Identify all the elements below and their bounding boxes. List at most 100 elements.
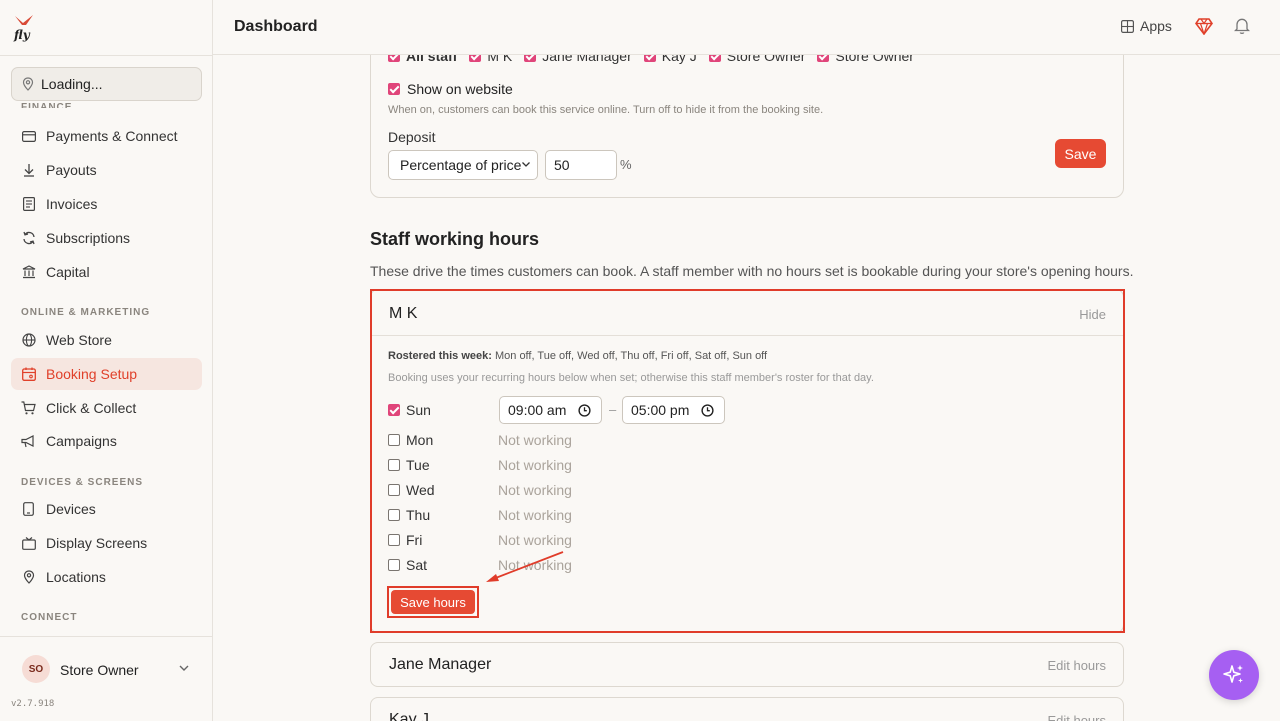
staff-label: Store Owner (835, 55, 914, 64)
staff-label: Store Owner (726, 55, 806, 64)
checkbox-unchecked[interactable] (388, 484, 400, 496)
sidebar-item-label: Payouts (46, 162, 97, 178)
clock-icon[interactable] (578, 404, 591, 417)
section-label-devices-screens: DEVICES & SCREENS (21, 477, 144, 488)
staff-checkbox[interactable]: Store Owner (817, 55, 914, 64)
sidebar-item-subscriptions[interactable]: Subscriptions (11, 222, 202, 254)
clock-icon[interactable] (701, 404, 714, 417)
staff-hours-card-collapsed[interactable]: Kay J Edit hours (370, 697, 1124, 721)
staff-checkbox-all[interactable]: All staff (388, 55, 457, 64)
show-on-website-label: Show on website (407, 81, 513, 97)
day-row-fri: Fri Not working (388, 530, 1088, 550)
main-content[interactable]: All staff M K Jane Manager Kay J Store O… (213, 55, 1280, 721)
section-title: Staff working hours (370, 229, 540, 249)
deposit-type-select[interactable]: Percentage of price (388, 150, 538, 180)
card-icon (21, 129, 36, 144)
checkbox-unchecked[interactable] (388, 459, 400, 471)
sidebar-item-payouts[interactable]: Payouts (11, 154, 202, 186)
sidebar-item-campaigns[interactable]: Campaigns (11, 425, 202, 457)
location-selector[interactable]: Loading... (11, 67, 202, 101)
screen-icon (21, 536, 36, 551)
checkbox-checked[interactable] (817, 55, 830, 62)
globe-icon (21, 333, 36, 348)
checkbox-checked[interactable] (708, 55, 721, 62)
staff-label: All staff (406, 55, 458, 64)
day-name: Wed (406, 482, 435, 498)
avatar: SO (22, 655, 50, 683)
not-working-status: Not working (498, 507, 572, 523)
not-working-status: Not working (498, 482, 572, 498)
section-label-finance: FINANCE (21, 102, 73, 108)
end-time-value: 05:00 pm (631, 402, 690, 418)
staff-name: Jane Manager (389, 656, 492, 673)
staff-label: M K (487, 55, 513, 64)
card-divider (371, 335, 1123, 336)
checkbox-checked[interactable] (524, 55, 537, 62)
staff-name: M K (389, 305, 418, 322)
chevron-down-icon[interactable] (178, 664, 190, 672)
sidebar-item-invoices[interactable]: Invoices (11, 188, 202, 220)
staff-checkbox[interactable]: M K (469, 55, 512, 64)
staff-name: Kay J (389, 711, 430, 721)
rostered-label: Rostered this week: (388, 350, 492, 362)
sidebar-item-label: Display Screens (46, 535, 148, 551)
sidebar-item-booking-setup[interactable]: Booking Setup (11, 358, 202, 390)
apps-button[interactable]: Apps (1121, 18, 1172, 34)
fly-logo[interactable]: fly (13, 13, 37, 43)
sidebar-item-label: Locations (46, 569, 106, 585)
device-icon (21, 502, 36, 517)
save-hours-button-highlight[interactable]: Save hours (387, 586, 479, 618)
end-time-input[interactable]: 05:00 pm (622, 396, 725, 424)
show-on-website-help: When on, customers can book this service… (388, 104, 824, 116)
sidebar-item-locations[interactable]: Locations (11, 561, 202, 593)
download-icon (21, 163, 36, 178)
sidebar-item-payments[interactable]: Payments & Connect (11, 120, 202, 152)
svg-text:fly: fly (13, 28, 31, 42)
apps-label: Apps (1140, 18, 1172, 34)
deposit-type-value: Percentage of price (400, 157, 522, 173)
sidebar-item-label: Payments & Connect (46, 128, 178, 144)
deposit-value-input[interactable]: 50 (545, 150, 617, 180)
checkbox-checked[interactable] (388, 55, 400, 62)
pin-icon (22, 77, 34, 91)
edit-hours-button[interactable]: Edit hours (1047, 713, 1106, 721)
bank-icon (21, 265, 36, 280)
roster-help: Booking uses your recurring hours below … (388, 372, 874, 384)
bell-icon[interactable] (1234, 17, 1250, 35)
save-hours-button[interactable]: Save hours (391, 590, 475, 614)
day-row-mon: Mon Not working (388, 430, 1088, 450)
gem-icon[interactable] (1195, 18, 1213, 35)
edit-hours-button[interactable]: Edit hours (1047, 658, 1106, 673)
staff-checkbox[interactable]: Jane Manager (524, 55, 632, 64)
save-button[interactable]: Save (1055, 139, 1106, 168)
checkbox-checked[interactable] (643, 55, 656, 62)
start-time-input[interactable]: 09:00 am (499, 396, 602, 424)
checkbox-checked[interactable] (388, 83, 400, 95)
checkbox-unchecked[interactable] (388, 509, 400, 521)
staff-checkbox[interactable]: Kay J (643, 55, 697, 64)
sidebar-item-display-screens[interactable]: Display Screens (11, 527, 202, 559)
show-on-website-toggle[interactable]: Show on website (388, 81, 513, 97)
day-row-tue: Tue Not working (388, 455, 1088, 475)
ai-assistant-button[interactable] (1209, 650, 1259, 700)
staff-checkbox[interactable]: Store Owner (708, 55, 806, 64)
sidebar-nav[interactable]: FINANCE Payments & Connect Payouts Invoi… (0, 101, 213, 636)
cart-icon (21, 401, 36, 416)
sidebar-item-capital[interactable]: Capital (11, 256, 202, 288)
user-name: Store Owner (60, 662, 139, 678)
checkbox-checked[interactable] (469, 55, 482, 62)
chevron-down-icon (521, 161, 531, 168)
checkbox-unchecked[interactable] (388, 434, 400, 446)
checkbox-unchecked[interactable] (388, 534, 400, 546)
service-settings-card: All staff M K Jane Manager Kay J Store O… (370, 55, 1124, 198)
checkbox-unchecked[interactable] (388, 559, 400, 571)
start-time-value: 09:00 am (508, 402, 567, 418)
checkbox-checked[interactable] (388, 404, 400, 416)
staff-hours-card-collapsed[interactable]: Jane Manager Edit hours (370, 642, 1124, 687)
megaphone-icon (21, 434, 36, 449)
user-menu[interactable]: SO Store Owner v2.7.918 (0, 636, 213, 721)
hide-button[interactable]: Hide (1079, 307, 1106, 322)
sidebar-item-devices[interactable]: Devices (11, 493, 202, 525)
sidebar-item-web-store[interactable]: Web Store (11, 324, 202, 356)
sidebar-item-click-collect[interactable]: Click & Collect (11, 392, 202, 424)
